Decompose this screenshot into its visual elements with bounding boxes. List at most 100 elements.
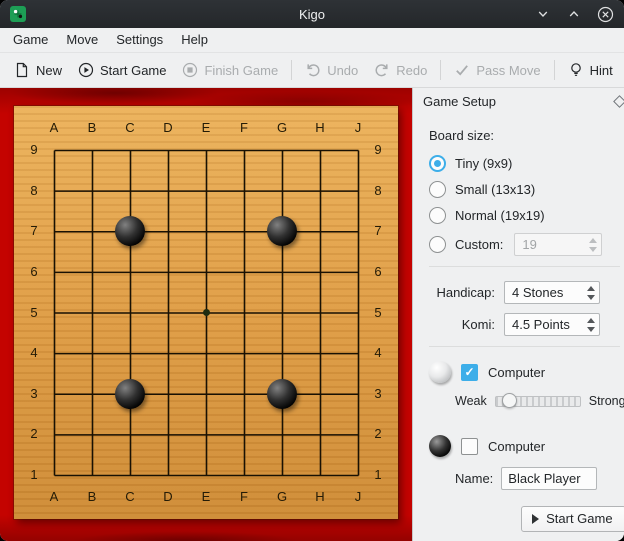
- black-stone: [267, 379, 297, 409]
- menu-help[interactable]: Help: [172, 28, 217, 52]
- float-panel-icon[interactable]: [613, 95, 624, 108]
- toolbar-button-hint[interactable]: Hint: [560, 57, 621, 83]
- panel-title: Game Setup: [423, 94, 496, 109]
- board-coordinate-bottom: A: [45, 489, 63, 505]
- window-title: Kigo: [0, 7, 624, 22]
- board-coordinate-right: 9: [369, 142, 387, 158]
- radio-small-13x13-[interactable]: Small (13x13): [429, 181, 624, 198]
- toolbar-separator: [440, 60, 441, 80]
- app-icon: [10, 6, 26, 22]
- black-player-name-input[interactable]: [501, 467, 597, 490]
- black-stone-icon: [429, 435, 451, 457]
- stop-circle-icon: [182, 62, 198, 78]
- board-coordinate-top: H: [311, 120, 329, 136]
- board-coordinate-left: 1: [25, 467, 43, 483]
- board-coordinate-top: E: [197, 120, 215, 136]
- menubar: GameMoveSettingsHelp: [0, 28, 624, 53]
- board-coordinate-left: 5: [25, 305, 43, 321]
- board-coordinate-bottom: H: [311, 489, 329, 505]
- toolbar: NewStart GameFinish GameUndoRedoPass Mov…: [0, 53, 624, 88]
- black-player-row: Computer: [429, 435, 624, 457]
- toolbar-label-finish-game: Finish Game: [204, 63, 278, 78]
- toolbar-button-undo: Undo: [297, 57, 366, 83]
- radio-label: Small (13x13): [455, 182, 535, 197]
- play-circle-icon: [78, 62, 94, 78]
- toolbar-separator: [291, 60, 292, 80]
- toolbar-separator: [554, 60, 555, 80]
- board-coordinate-left: 7: [25, 223, 43, 239]
- redo-arrow-icon: [374, 62, 390, 78]
- go-board[interactable]: AABBCCDDEEFFGGHHJJ998877665544332211: [14, 106, 398, 519]
- white-computer-checkbox[interactable]: [461, 364, 478, 381]
- toolbar-label-new: New: [36, 63, 62, 78]
- custom-size-value: 19: [515, 237, 584, 252]
- handicap-spinbox[interactable]: 4 Stones: [504, 281, 600, 304]
- start-game-button[interactable]: Start Game: [521, 506, 624, 532]
- radio-label: Tiny (9x9): [455, 156, 512, 171]
- menu-settings[interactable]: Settings: [107, 28, 172, 52]
- komi-spinbox[interactable]: 4.5 Points: [504, 313, 600, 336]
- toolbar-label-start-game: Start Game: [100, 63, 166, 78]
- kigo-window: Kigo GameMoveSettingsHelp New Start Game F…: [0, 0, 624, 541]
- radio-custom-size[interactable]: Custom: 19: [429, 233, 624, 256]
- spin-up-icon[interactable]: [587, 286, 595, 291]
- slider-handle[interactable]: [502, 393, 517, 408]
- board-coordinate-bottom: D: [159, 489, 177, 505]
- toolbar-label-redo: Redo: [396, 63, 427, 78]
- spin-up-icon[interactable]: [587, 318, 595, 323]
- komi-label: Komi:: [429, 317, 495, 332]
- board-coordinate-right: 4: [369, 345, 387, 361]
- close-button[interactable]: [596, 5, 614, 23]
- spin-down-icon[interactable]: [587, 295, 595, 300]
- board-coordinate-right: 6: [369, 264, 387, 280]
- radio-dot: [434, 160, 441, 167]
- toolbar-button-new[interactable]: New: [6, 57, 70, 83]
- spin-down-icon: [589, 247, 597, 252]
- menu-game[interactable]: Game: [4, 28, 57, 52]
- checkmark-icon: [454, 62, 470, 78]
- spinbox-arrows[interactable]: [582, 318, 599, 332]
- board-area: AABBCCDDEEFFGGHHJJ998877665544332211: [0, 88, 412, 541]
- toolbar-button-finish-game: Finish Game: [174, 57, 286, 83]
- board-coordinate-right: 1: [369, 467, 387, 483]
- white-player-row: Computer: [429, 361, 624, 383]
- black-name-row: Name:: [455, 467, 624, 490]
- board-coordinate-top: G: [273, 120, 291, 136]
- menu-move[interactable]: Move: [57, 28, 107, 52]
- board-coordinate-right: 7: [369, 223, 387, 239]
- komi-value: 4.5 Points: [505, 317, 582, 332]
- name-label: Name:: [455, 471, 493, 486]
- titlebar[interactable]: Kigo: [0, 0, 624, 28]
- board-coordinate-bottom: J: [349, 489, 367, 505]
- strength-slider[interactable]: [495, 393, 581, 409]
- board-coordinate-bottom: G: [273, 489, 291, 505]
- undo-arrow-icon: [305, 62, 321, 78]
- play-icon: [532, 514, 539, 524]
- radio-indicator: [429, 236, 446, 253]
- radio-tiny-9x9-[interactable]: Tiny (9x9): [429, 155, 624, 172]
- toolbar-button-redo: Redo: [366, 57, 435, 83]
- board-coordinate-bottom: C: [121, 489, 139, 505]
- board-coordinate-top: A: [45, 120, 63, 136]
- board-coordinate-left: 6: [25, 264, 43, 280]
- radio-normal-19x19-[interactable]: Normal (19x19): [429, 207, 624, 224]
- board-coordinate-bottom: E: [197, 489, 215, 505]
- board-coordinate-left: 9: [25, 142, 43, 158]
- black-computer-checkbox[interactable]: [461, 438, 478, 455]
- spin-down-icon[interactable]: [587, 327, 595, 332]
- radio-label: Normal (19x19): [455, 208, 545, 223]
- board-coordinate-right: 5: [369, 305, 387, 321]
- black-computer-label: Computer: [488, 439, 545, 454]
- spinbox-arrows[interactable]: [582, 286, 599, 300]
- board-coordinate-top: B: [83, 120, 101, 136]
- komi-row: Komi: 4.5 Points: [429, 313, 624, 336]
- toolbar-button-start-game[interactable]: Start Game: [70, 57, 174, 83]
- handicap-value: 4 Stones: [505, 285, 582, 300]
- board-coordinate-bottom: F: [235, 489, 253, 505]
- board-coordinate-top: J: [349, 120, 367, 136]
- minimize-button[interactable]: [534, 5, 552, 23]
- white-computer-label: Computer: [488, 365, 545, 380]
- handicap-row: Handicap: 4 Stones: [429, 281, 624, 304]
- board-coordinate-bottom: B: [83, 489, 101, 505]
- maximize-button[interactable]: [565, 5, 583, 23]
